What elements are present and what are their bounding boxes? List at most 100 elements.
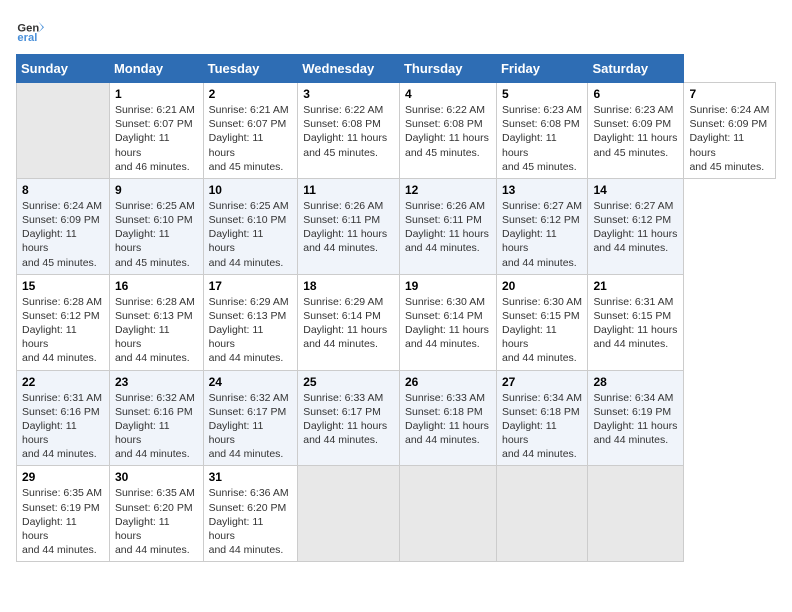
day-info: Sunrise: 6:22 AMSunset: 6:08 PMDaylight:…: [405, 103, 491, 160]
day-number: 6: [593, 87, 678, 101]
day-info: Sunrise: 6:30 AMSunset: 6:14 PMDaylight:…: [405, 295, 491, 352]
day-cell: 24 Sunrise: 6:32 AMSunset: 6:17 PMDayligh…: [203, 370, 298, 466]
day-info: Sunrise: 6:35 AMSunset: 6:20 PMDaylight:…: [115, 486, 198, 557]
day-info: Sunrise: 6:26 AMSunset: 6:11 PMDaylight:…: [405, 199, 491, 256]
day-cell: 20 Sunrise: 6:30 AMSunset: 6:15 PMDayligh…: [496, 274, 587, 370]
day-cell: 23 Sunrise: 6:32 AMSunset: 6:16 PMDayligh…: [109, 370, 203, 466]
day-cell: 21 Sunrise: 6:31 AMSunset: 6:15 PMDayligh…: [588, 274, 684, 370]
day-number: 16: [115, 279, 198, 293]
day-info: Sunrise: 6:33 AMSunset: 6:18 PMDaylight:…: [405, 391, 491, 448]
day-info: Sunrise: 6:33 AMSunset: 6:17 PMDaylight:…: [303, 391, 394, 448]
day-info: Sunrise: 6:27 AMSunset: 6:12 PMDaylight:…: [593, 199, 678, 256]
day-cell: 10 Sunrise: 6:25 AMSunset: 6:10 PMDayligh…: [203, 178, 298, 274]
week-row-4: 22 Sunrise: 6:31 AMSunset: 6:16 PMDayligh…: [17, 370, 776, 466]
day-info: Sunrise: 6:21 AMSunset: 6:07 PMDaylight:…: [115, 103, 198, 174]
day-info: Sunrise: 6:24 AMSunset: 6:09 PMDaylight:…: [22, 199, 104, 270]
day-cell: 16 Sunrise: 6:28 AMSunset: 6:13 PMDayligh…: [109, 274, 203, 370]
day-cell: 14 Sunrise: 6:27 AMSunset: 6:12 PMDayligh…: [588, 178, 684, 274]
day-info: Sunrise: 6:36 AMSunset: 6:20 PMDaylight:…: [209, 486, 293, 557]
day-number: 29: [22, 470, 104, 484]
day-info: Sunrise: 6:31 AMSunset: 6:16 PMDaylight:…: [22, 391, 104, 462]
day-cell: 4 Sunrise: 6:22 AMSunset: 6:08 PMDaylight…: [399, 83, 496, 179]
day-info: Sunrise: 6:26 AMSunset: 6:11 PMDaylight:…: [303, 199, 394, 256]
day-cell: 29Sunrise: 6:35 AMSunset: 6:19 PMDayligh…: [17, 466, 110, 562]
day-cell: 2Sunrise: 6:21 AMSunset: 6:07 PMDaylight…: [203, 83, 298, 179]
day-number: 30: [115, 470, 198, 484]
day-number: 11: [303, 183, 394, 197]
header-thursday: Thursday: [399, 55, 496, 83]
day-cell: [298, 466, 400, 562]
header-monday: Monday: [109, 55, 203, 83]
day-number: 25: [303, 375, 394, 389]
day-number: 5: [502, 87, 582, 101]
day-cell: 30 Sunrise: 6:35 AMSunset: 6:20 PMDayligh…: [109, 466, 203, 562]
day-info: Sunrise: 6:34 AMSunset: 6:18 PMDaylight:…: [502, 391, 582, 462]
day-cell: 6 Sunrise: 6:23 AMSunset: 6:09 PMDaylight…: [588, 83, 684, 179]
day-cell: 25 Sunrise: 6:33 AMSunset: 6:17 PMDayligh…: [298, 370, 400, 466]
day-info: Sunrise: 6:22 AMSunset: 6:08 PMDaylight:…: [303, 103, 394, 160]
day-info: Sunrise: 6:31 AMSunset: 6:15 PMDaylight:…: [593, 295, 678, 352]
day-cell: 19Sunrise: 6:30 AMSunset: 6:14 PMDayligh…: [399, 274, 496, 370]
day-number: 13: [502, 183, 582, 197]
day-number: 22: [22, 375, 104, 389]
calendar-header-row: SundayMondayTuesdayWednesdayThursdayFrid…: [17, 55, 776, 83]
day-info: Sunrise: 6:23 AMSunset: 6:08 PMDaylight:…: [502, 103, 582, 174]
day-number: 21: [593, 279, 678, 293]
day-cell: 18 Sunrise: 6:29 AMSunset: 6:14 PMDayligh…: [298, 274, 400, 370]
day-cell: 11 Sunrise: 6:26 AMSunset: 6:11 PMDayligh…: [298, 178, 400, 274]
header-saturday: Saturday: [588, 55, 684, 83]
day-cell: 26 Sunrise: 6:33 AMSunset: 6:18 PMDayligh…: [399, 370, 496, 466]
day-info: Sunrise: 6:32 AMSunset: 6:17 PMDaylight:…: [209, 391, 293, 462]
header-tuesday: Tuesday: [203, 55, 298, 83]
day-cell: 12 Sunrise: 6:26 AMSunset: 6:11 PMDayligh…: [399, 178, 496, 274]
header-sunday: Sunday: [17, 55, 110, 83]
day-number: 1: [115, 87, 198, 101]
header-wednesday: Wednesday: [298, 55, 400, 83]
day-info: Sunrise: 6:29 AMSunset: 6:14 PMDaylight:…: [303, 295, 394, 352]
day-cell: 15Sunrise: 6:28 AMSunset: 6:12 PMDayligh…: [17, 274, 110, 370]
day-cell: 28Sunrise: 6:34 AMSunset: 6:19 PMDayligh…: [588, 370, 684, 466]
day-number: 7: [689, 87, 770, 101]
day-cell: 9Sunrise: 6:25 AMSunset: 6:10 PMDaylight…: [109, 178, 203, 274]
day-info: Sunrise: 6:32 AMSunset: 6:16 PMDaylight:…: [115, 391, 198, 462]
week-row-5: 29Sunrise: 6:35 AMSunset: 6:19 PMDayligh…: [17, 466, 776, 562]
day-info: Sunrise: 6:24 AMSunset: 6:09 PMDaylight:…: [689, 103, 770, 174]
empty-cell: [17, 83, 110, 179]
day-info: Sunrise: 6:28 AMSunset: 6:12 PMDaylight:…: [22, 295, 104, 366]
day-cell: 17Sunrise: 6:29 AMSunset: 6:13 PMDayligh…: [203, 274, 298, 370]
day-info: Sunrise: 6:34 AMSunset: 6:19 PMDaylight:…: [593, 391, 678, 448]
day-number: 23: [115, 375, 198, 389]
day-info: Sunrise: 6:28 AMSunset: 6:13 PMDaylight:…: [115, 295, 198, 366]
day-info: Sunrise: 6:25 AMSunset: 6:10 PMDaylight:…: [209, 199, 293, 270]
day-info: Sunrise: 6:23 AMSunset: 6:09 PMDaylight:…: [593, 103, 678, 160]
day-cell: [399, 466, 496, 562]
svg-text:eral: eral: [17, 32, 37, 44]
day-number: 20: [502, 279, 582, 293]
day-number: 27: [502, 375, 582, 389]
day-info: Sunrise: 6:30 AMSunset: 6:15 PMDaylight:…: [502, 295, 582, 366]
day-number: 18: [303, 279, 394, 293]
week-row-3: 15Sunrise: 6:28 AMSunset: 6:12 PMDayligh…: [17, 274, 776, 370]
day-cell: 5 Sunrise: 6:23 AMSunset: 6:08 PMDaylight…: [496, 83, 587, 179]
day-cell: 1 Sunrise: 6:21 AMSunset: 6:07 PMDaylight…: [109, 83, 203, 179]
week-row-2: 8Sunrise: 6:24 AMSunset: 6:09 PMDaylight…: [17, 178, 776, 274]
day-cell: 8Sunrise: 6:24 AMSunset: 6:09 PMDaylight…: [17, 178, 110, 274]
day-number: 26: [405, 375, 491, 389]
day-number: 10: [209, 183, 293, 197]
day-number: 9: [115, 183, 198, 197]
header-friday: Friday: [496, 55, 587, 83]
day-cell: 3Sunrise: 6:22 AMSunset: 6:08 PMDaylight…: [298, 83, 400, 179]
logo: Gen eral: [16, 16, 48, 44]
day-cell: [496, 466, 587, 562]
day-number: 4: [405, 87, 491, 101]
day-cell: 31Sunrise: 6:36 AMSunset: 6:20 PMDayligh…: [203, 466, 298, 562]
day-cell: 22 Sunrise: 6:31 AMSunset: 6:16 PMDayligh…: [17, 370, 110, 466]
page-header: Gen eral: [16, 16, 776, 44]
day-number: 24: [209, 375, 293, 389]
day-cell: 27 Sunrise: 6:34 AMSunset: 6:18 PMDayligh…: [496, 370, 587, 466]
day-number: 14: [593, 183, 678, 197]
day-cell: [588, 466, 684, 562]
day-cell: 13Sunrise: 6:27 AMSunset: 6:12 PMDayligh…: [496, 178, 587, 274]
day-number: 12: [405, 183, 491, 197]
day-number: 17: [209, 279, 293, 293]
